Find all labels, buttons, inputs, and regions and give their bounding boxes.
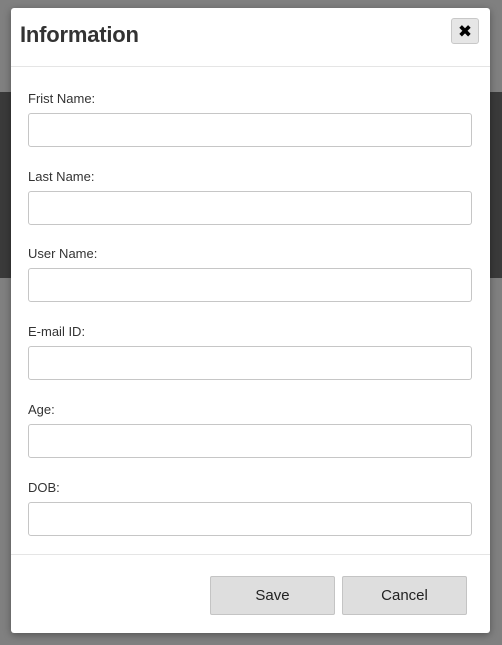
dialog-header: Information ✖ xyxy=(11,8,490,67)
close-button[interactable]: ✖ xyxy=(451,18,479,44)
last-name-input[interactable] xyxy=(28,191,472,225)
last-name-label: Last Name: xyxy=(28,169,95,184)
age-input[interactable] xyxy=(28,424,472,458)
dob-label: DOB: xyxy=(28,480,60,495)
email-input[interactable] xyxy=(28,346,472,380)
first-name-input[interactable] xyxy=(28,113,472,147)
age-label: Age: xyxy=(28,402,55,417)
email-label: E-mail ID: xyxy=(28,324,86,339)
cancel-button[interactable]: Cancel xyxy=(342,576,467,615)
dialog-footer: Save Cancel xyxy=(11,554,490,634)
dob-input[interactable] xyxy=(28,502,472,536)
close-icon: ✖ xyxy=(457,21,473,41)
save-button[interactable]: Save xyxy=(210,576,335,615)
user-name-input[interactable] xyxy=(28,268,472,302)
first-name-label: Frist Name: xyxy=(28,91,96,106)
information-dialog: Information ✖ Frist Name: Last Name: Use… xyxy=(11,8,490,633)
dialog-title: Information xyxy=(20,22,139,47)
user-name-label: User Name: xyxy=(28,246,98,261)
